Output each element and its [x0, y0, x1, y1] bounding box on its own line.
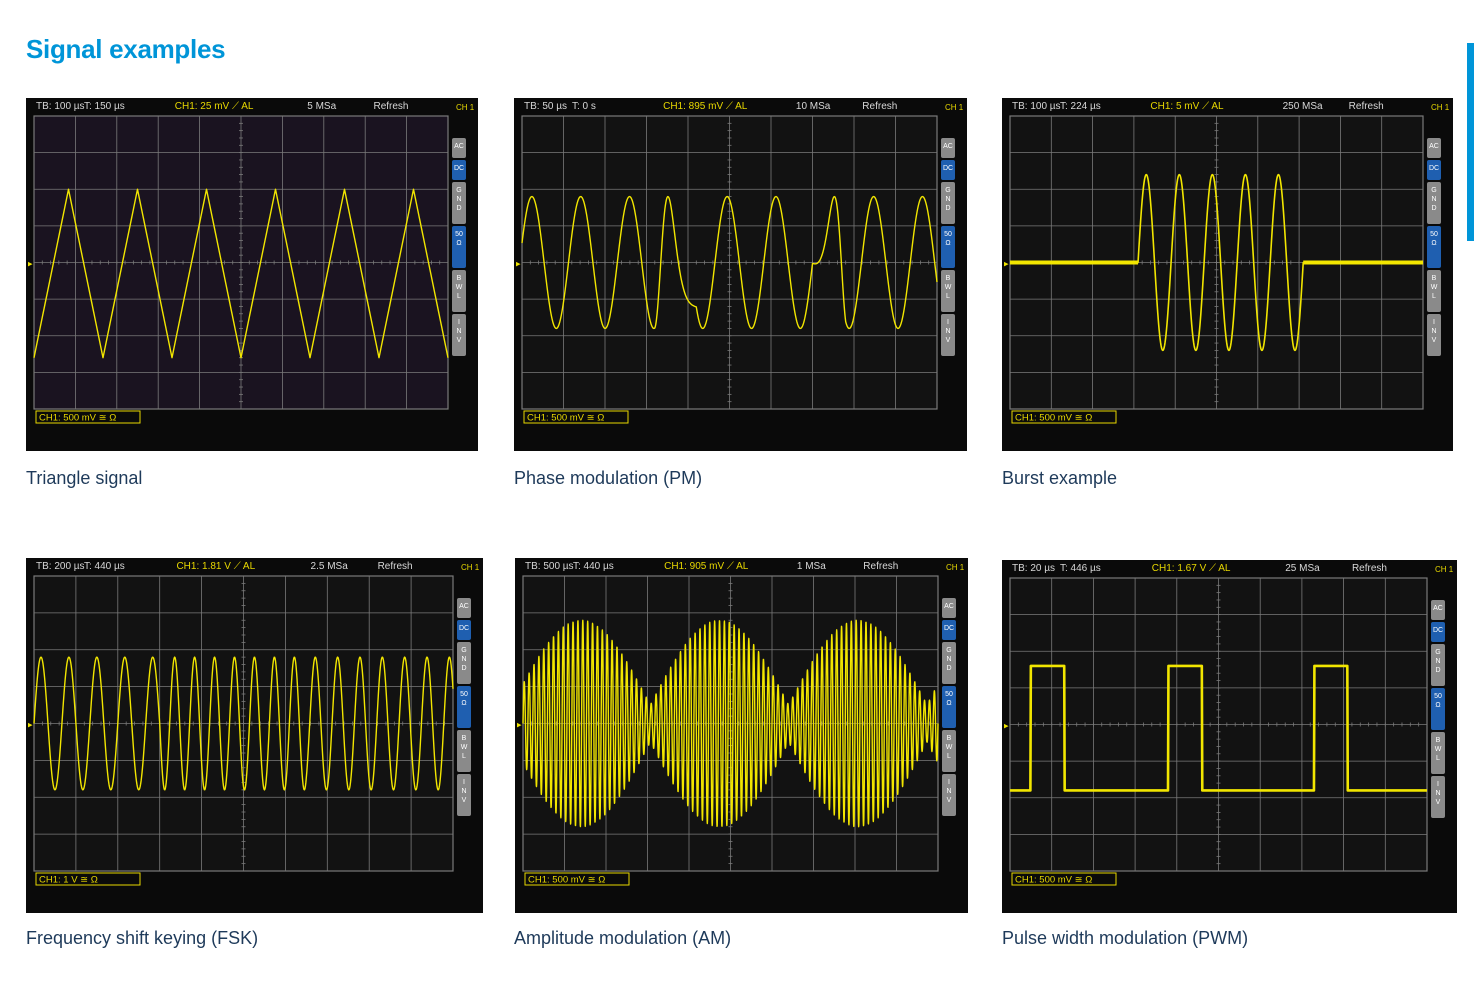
status-mode: Refresh	[1352, 563, 1387, 574]
status-sample-rate: 10 MSa	[796, 101, 831, 112]
scope-screen: ▸ TB: 50 µs T: 0 s CH1: 895 mV ⟋ AL 10 MSa Re…	[514, 98, 967, 451]
side-channel-label: CH 1	[945, 103, 964, 112]
channel-scale-label: CH1: 500 mV ≅ Ω	[527, 413, 604, 424]
status-sample-rate: 1 MSa	[797, 561, 826, 572]
caption-pm: Phase modulation (PM)	[514, 468, 703, 488]
status-channel: CH1: 895 mV ⟋ AL	[663, 101, 748, 112]
status-channel: CH1: 1.67 V ⟋ AL	[1152, 563, 1231, 574]
scope-panel-triangle: ▸ TB: 100 µs T: 150 µs CH1: 25 mV ⟋ AL 5 MSa…	[26, 98, 478, 451]
scope-panel-am: ▸ TB: 500 µs T: 440 µs CH1: 905 mV ⟋ AL 1 MS…	[515, 558, 968, 913]
side-tab-label: DC	[943, 165, 953, 172]
side-tab-label: AC	[459, 603, 469, 610]
status-channel: CH1: 905 mV ⟋ AL	[664, 561, 749, 572]
status-mode: Refresh	[863, 561, 898, 572]
status-mode: Refresh	[373, 101, 408, 112]
caption-pwm: Pulse width modulation (PWM)	[1002, 928, 1249, 948]
side-channel-label: CH 1	[461, 563, 480, 572]
status-channel: CH1: 25 mV ⟋ AL	[175, 101, 254, 112]
ground-marker-icon: ▸	[28, 720, 33, 730]
channel-scale-label: CH1: 1 V ≅ Ω	[39, 875, 98, 886]
ground-marker-icon: ▸	[516, 259, 521, 269]
status-timebase: TB: 100 µs	[1012, 101, 1061, 112]
scope-screen: ▸ TB: 20 µs T: 446 µs CH1: 1.67 V ⟋ AL 25 MS…	[1002, 560, 1457, 913]
caption-fsk: Frequency shift keying (FSK)	[26, 928, 259, 948]
scope-panel-burst: ▸ TB: 100 µs T: 224 µs CH1: 5 mV ⟋ AL 250 MS…	[1002, 98, 1453, 451]
status-trigger-time: T: 440 µs	[84, 561, 125, 572]
scope-screen: ▸ TB: 100 µs T: 224 µs CH1: 5 mV ⟋ AL 250 MS…	[1002, 98, 1453, 451]
side-tab-label: GND	[945, 187, 950, 212]
side-tab-label: AC	[944, 603, 954, 610]
side-channel-label: CH 1	[1431, 103, 1450, 112]
side-tab-label: GND	[456, 187, 461, 212]
status-sample-rate: 2.5 MSa	[311, 561, 349, 572]
channel-scale-label: CH1: 500 mV ≅ Ω	[1015, 413, 1092, 424]
status-trigger-time: T: 440 µs	[573, 561, 614, 572]
channel-scale-label: CH1: 500 mV ≅ Ω	[528, 875, 605, 886]
status-timebase: TB: 500 µs	[525, 561, 574, 572]
ground-marker-icon: ▸	[517, 720, 522, 730]
side-tab-label: DC	[459, 625, 469, 632]
side-tab-label: DC	[1433, 627, 1443, 634]
scope-screen: ▸ TB: 500 µs T: 440 µs CH1: 905 mV ⟋ AL 1 MS…	[515, 558, 968, 913]
status-mode: Refresh	[1349, 101, 1384, 112]
channel-scale-label: CH1: 500 mV ≅ Ω	[39, 413, 116, 424]
status-timebase: TB: 20 µs	[1012, 563, 1055, 574]
scope-screen: ▸ TB: 100 µs T: 150 µs CH1: 25 mV ⟋ AL 5 MSa…	[26, 98, 478, 451]
side-channel-label: CH 1	[456, 103, 475, 112]
caption-burst: Burst example	[1002, 468, 1118, 488]
side-tab-label: DC	[454, 165, 464, 172]
side-tab-label: AC	[1429, 143, 1439, 150]
channel-scale-label: CH1: 500 mV ≅ Ω	[1015, 875, 1092, 886]
scope-screen: ▸ TB: 200 µs T: 440 µs CH1: 1.81 V ⟋ AL 2.5 …	[26, 558, 483, 913]
ground-marker-icon: ▸	[1004, 259, 1009, 269]
side-tab-label: AC	[1433, 605, 1443, 612]
status-timebase: TB: 100 µs	[36, 101, 85, 112]
side-tab-label: GND	[1435, 649, 1440, 674]
status-sample-rate: 250 MSa	[1283, 101, 1323, 112]
side-tab-label: AC	[454, 143, 464, 150]
status-mode: Refresh	[378, 561, 413, 572]
status-trigger-time: T: 0 s	[572, 101, 596, 112]
caption-am: Amplitude modulation (AM)	[514, 928, 732, 948]
status-channel: CH1: 1.81 V ⟋ AL	[176, 561, 255, 572]
section-marker-bar	[1467, 43, 1474, 241]
status-trigger-time: T: 150 µs	[84, 101, 125, 112]
page-title: Signal examples	[26, 34, 226, 64]
side-tab-label: GND	[946, 647, 951, 672]
status-mode: Refresh	[862, 101, 897, 112]
scope-panel-fsk: ▸ TB: 200 µs T: 440 µs CH1: 1.81 V ⟋ AL 2.5 …	[26, 558, 483, 913]
status-sample-rate: 25 MSa	[1285, 563, 1320, 574]
status-timebase: TB: 200 µs	[36, 561, 85, 572]
side-tab-label: DC	[1429, 165, 1439, 172]
status-channel: CH1: 5 mV ⟋ AL	[1150, 101, 1224, 112]
caption-triangle: Triangle signal	[26, 468, 143, 488]
side-tab-label: AC	[943, 143, 953, 150]
side-tab-label: GND	[461, 647, 466, 672]
status-trigger-time: T: 224 µs	[1060, 101, 1101, 112]
ground-marker-icon: ▸	[1004, 721, 1009, 731]
scope-panel-pwm: ▸ TB: 20 µs T: 446 µs CH1: 1.67 V ⟋ AL 25 MS…	[1002, 560, 1457, 913]
side-tab-label: GND	[1431, 187, 1436, 212]
status-trigger-time: T: 446 µs	[1060, 563, 1101, 574]
scope-panel-pm: ▸ TB: 50 µs T: 0 s CH1: 895 mV ⟋ AL 10 MSa Re…	[514, 98, 967, 451]
ground-marker-icon: ▸	[28, 259, 33, 269]
status-sample-rate: 5 MSa	[307, 101, 336, 112]
side-channel-label: CH 1	[1435, 565, 1454, 574]
side-tab-label: DC	[944, 625, 954, 632]
status-timebase: TB: 50 µs	[524, 101, 567, 112]
side-channel-label: CH 1	[946, 563, 965, 572]
